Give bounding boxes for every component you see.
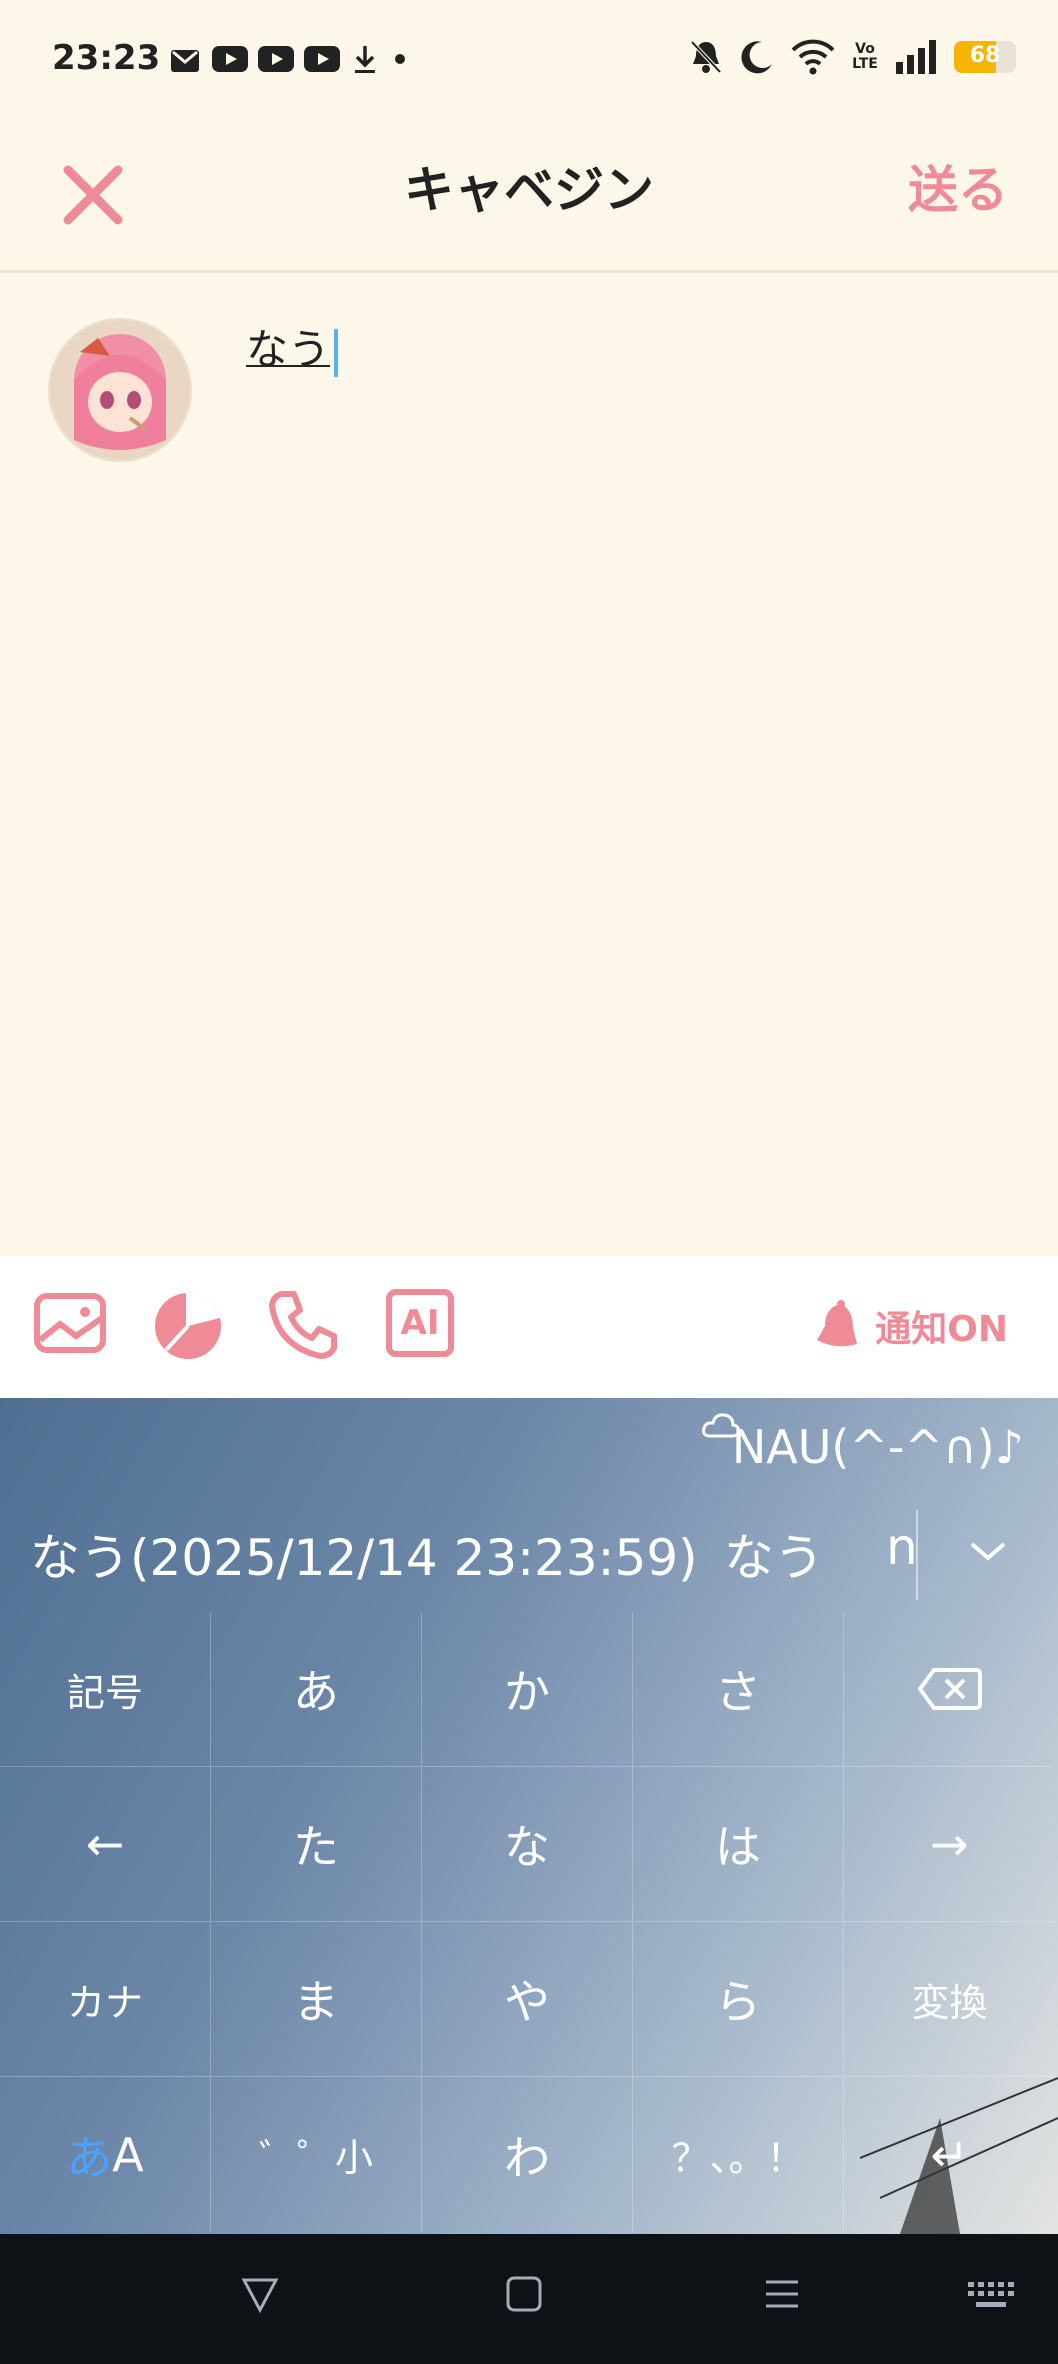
key-na[interactable]: な <box>422 1767 633 1922</box>
status-left-icons <box>168 42 410 76</box>
bell-off-icon <box>690 40 722 74</box>
page-title: キャベジン <box>404 161 654 219</box>
moon-icon <box>741 41 772 74</box>
key-symbols[interactable]: 記号 <box>0 1612 211 1767</box>
volte-icon: Vo LTE <box>852 41 878 72</box>
key-enter[interactable]: ↵ <box>844 2077 1055 2232</box>
pie-chart-icon[interactable] <box>148 1284 228 1364</box>
phone-icon[interactable] <box>264 1284 344 1364</box>
download-icon <box>355 46 375 73</box>
key-a[interactable]: あ <box>211 1612 422 1767</box>
battery-level: 68 <box>969 43 1001 68</box>
avatar[interactable] <box>48 318 192 462</box>
key-ma[interactable]: ま <box>211 1922 422 2077</box>
key-grid: 記号 あ か さ ← た な は → カナ ま や ら 変換 あA ゛゜小 わ … <box>0 1612 1058 2234</box>
image-icon[interactable] <box>30 1284 110 1364</box>
text-caret <box>334 328 339 377</box>
key-ra[interactable]: ら <box>633 1922 844 2077</box>
key-punctuation[interactable]: ？、。！ <box>633 2077 844 2232</box>
ime-keyboard: NAU(^-^∩)♪ なう(2025/12/14 23:23:59) なう n … <box>0 1398 1058 2234</box>
compose-toolbar: AI 通知ON <box>0 1256 1058 1398</box>
candidate-3[interactable]: n <box>886 1518 918 1576</box>
ai-icon[interactable]: AI <box>386 1289 454 1357</box>
ai-label: AI <box>400 1303 440 1343</box>
candidate-2[interactable]: なう <box>724 1518 824 1590</box>
notify-toggle[interactable]: 通知ON <box>811 1298 1008 1354</box>
key-convert[interactable]: 変換 <box>844 1922 1055 2077</box>
status-bar: 23:23 Vo LTE 68 <box>0 0 1058 120</box>
dot-icon <box>395 54 405 64</box>
key-mode-toggle[interactable]: あA <box>0 2077 211 2232</box>
home-icon[interactable] <box>504 2274 544 2314</box>
send-button[interactable]: 送る <box>908 150 1008 222</box>
backspace-icon <box>917 1668 982 1710</box>
system-nav-bar <box>0 2234 1058 2364</box>
message-text: なう <box>246 325 331 374</box>
key-ta[interactable]: た <box>211 1767 422 1922</box>
key-cursor-left[interactable]: ← <box>0 1767 211 1922</box>
signal-icon <box>896 40 936 74</box>
key-backspace[interactable] <box>844 1612 1055 1767</box>
recents-icon[interactable] <box>762 2274 802 2314</box>
key-wa[interactable]: わ <box>422 2077 633 2232</box>
battery-icon: 68 <box>954 41 1016 73</box>
youtube-icon <box>258 46 294 72</box>
message-input[interactable]: なう <box>246 316 339 377</box>
avatar-image <box>50 320 190 460</box>
notify-label: 通知ON <box>875 1309 1008 1350</box>
key-kana[interactable]: カナ <box>0 1922 211 2077</box>
bell-icon <box>817 1300 858 1347</box>
wifi-icon <box>791 39 835 75</box>
kaomoji-suggestion[interactable]: NAU(^-^∩)♪ <box>732 1420 1024 1474</box>
key-cursor-right[interactable]: → <box>844 1767 1055 1922</box>
chevron-down-icon[interactable] <box>966 1536 1010 1566</box>
key-ha[interactable]: は <box>633 1767 844 1922</box>
keyboard-switch-icon[interactable] <box>966 2278 1016 2312</box>
youtube-icon <box>304 46 340 72</box>
youtube-icon <box>212 46 248 72</box>
key-sa[interactable]: さ <box>633 1612 844 1767</box>
candidate-divider <box>916 1510 918 1600</box>
compose-header: キャベジン 送る <box>0 120 1058 273</box>
status-right-icons: Vo LTE 68 <box>688 38 1016 76</box>
key-dakuten-small[interactable]: ゛゜小 <box>211 2077 422 2232</box>
key-ya[interactable]: や <box>422 1922 633 2077</box>
mode-label-hiragana: あ <box>66 2130 113 2185</box>
mode-label-alpha: A <box>112 2127 144 2182</box>
key-ka[interactable]: か <box>422 1612 633 1767</box>
candidate-1[interactable]: なう(2025/12/14 23:23:59) <box>30 1518 698 1590</box>
status-time: 23:23 <box>52 38 161 78</box>
back-icon[interactable] <box>240 2274 280 2314</box>
mail-icon <box>171 50 199 72</box>
